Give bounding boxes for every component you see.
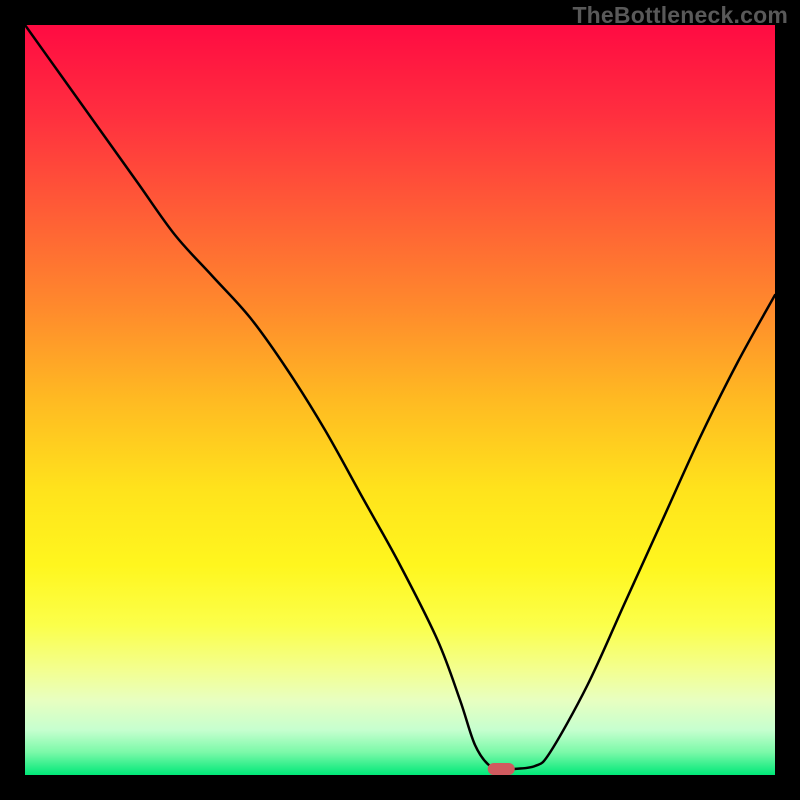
gradient-background	[25, 25, 775, 775]
optimal-marker	[488, 763, 515, 775]
chart-container: TheBottleneck.com	[0, 0, 800, 800]
plot-area	[25, 25, 775, 775]
bottleneck-chart	[25, 25, 775, 775]
